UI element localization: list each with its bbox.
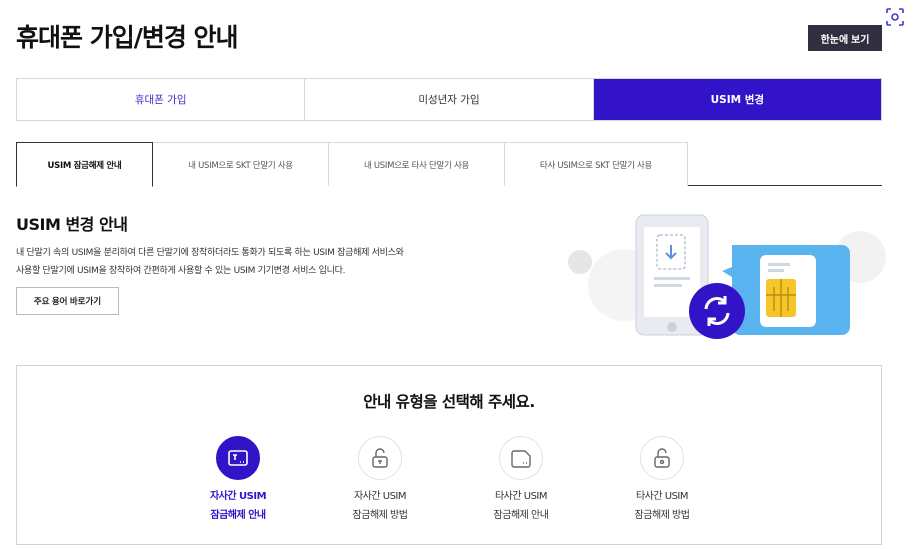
unlock-icon: [358, 436, 402, 480]
tab-usim-change[interactable]: USIM 변경: [593, 79, 881, 120]
unlock-icon: [640, 436, 684, 480]
usim-change-illustration: [560, 205, 890, 345]
guide-type-selector: 안내 유형을 선택해 주세요. 자사간 USIM 잠금해제 안내 자사간 USI…: [16, 365, 882, 545]
subtab-my-usim-skt[interactable]: 내 USIM으로 SKT 단말기 사용: [152, 142, 329, 186]
sim-card-icon: [499, 436, 543, 480]
section-description: 내 단말기 속의 USIM을 분리하여 다른 단말기에 장착하더라도 통화가 되…: [16, 244, 536, 280]
selector-title: 안내 유형을 선택해 주세요.: [363, 393, 535, 411]
option-label: 잠금해제 안내: [210, 510, 266, 521]
option-label: 타사간 USIM: [494, 491, 548, 502]
section-title: USIM 변경 안내: [16, 215, 128, 234]
main-tabs: 휴대폰 가입 미성년자 가입 USIM 변경: [16, 78, 882, 121]
tab-minor-signup[interactable]: 미성년자 가입: [305, 79, 594, 120]
sim-card-icon: [216, 436, 260, 480]
glance-button[interactable]: 한눈에 보기: [808, 25, 882, 51]
tab-phone-signup[interactable]: 휴대폰 가입: [17, 79, 306, 120]
option-inter-unlock-method[interactable]: 타사간 USIM 잠금해제 방법: [597, 436, 727, 525]
subtab-usim-unlock[interactable]: USIM 잠금해제 안내: [16, 142, 153, 187]
terms-shortcut-button[interactable]: 주요 용어 바로가기: [16, 287, 119, 315]
option-intra-unlock-method[interactable]: 자사간 USIM 잠금해제 방법: [315, 436, 445, 525]
option-label: 잠금해제 방법: [352, 510, 408, 521]
description-line: 사용할 단말기에 USIM을 장착하여 간편하게 사용할 수 있는 USIM 기…: [16, 266, 346, 276]
option-label: 잠금해제 안내: [493, 510, 549, 521]
description-line: 내 단말기 속의 USIM을 분리하여 다른 단말기에 장착하더라도 통화가 되…: [16, 248, 404, 258]
sub-tabs: USIM 잠금해제 안내 내 USIM으로 SKT 단말기 사용 내 USIM으…: [16, 142, 882, 187]
option-label: 자사간 USIM: [353, 491, 407, 502]
page-title: 휴대폰 가입/변경 안내: [16, 23, 239, 52]
option-label: 자사간 USIM: [209, 491, 267, 502]
option-label: 잠금해제 방법: [634, 510, 690, 521]
option-label: 타사간 USIM: [635, 491, 689, 502]
option-inter-unlock-guide[interactable]: 타사간 USIM 잠금해제 안내: [456, 436, 586, 525]
option-intra-unlock-guide[interactable]: 자사간 USIM 잠금해제 안내: [173, 436, 303, 525]
scan-icon[interactable]: [884, 6, 906, 28]
subtab-my-usim-other[interactable]: 내 USIM으로 타사 단말기 사용: [328, 142, 505, 186]
subtab-other-usim-skt[interactable]: 타사 USIM으로 SKT 단말기 사용: [504, 142, 688, 186]
